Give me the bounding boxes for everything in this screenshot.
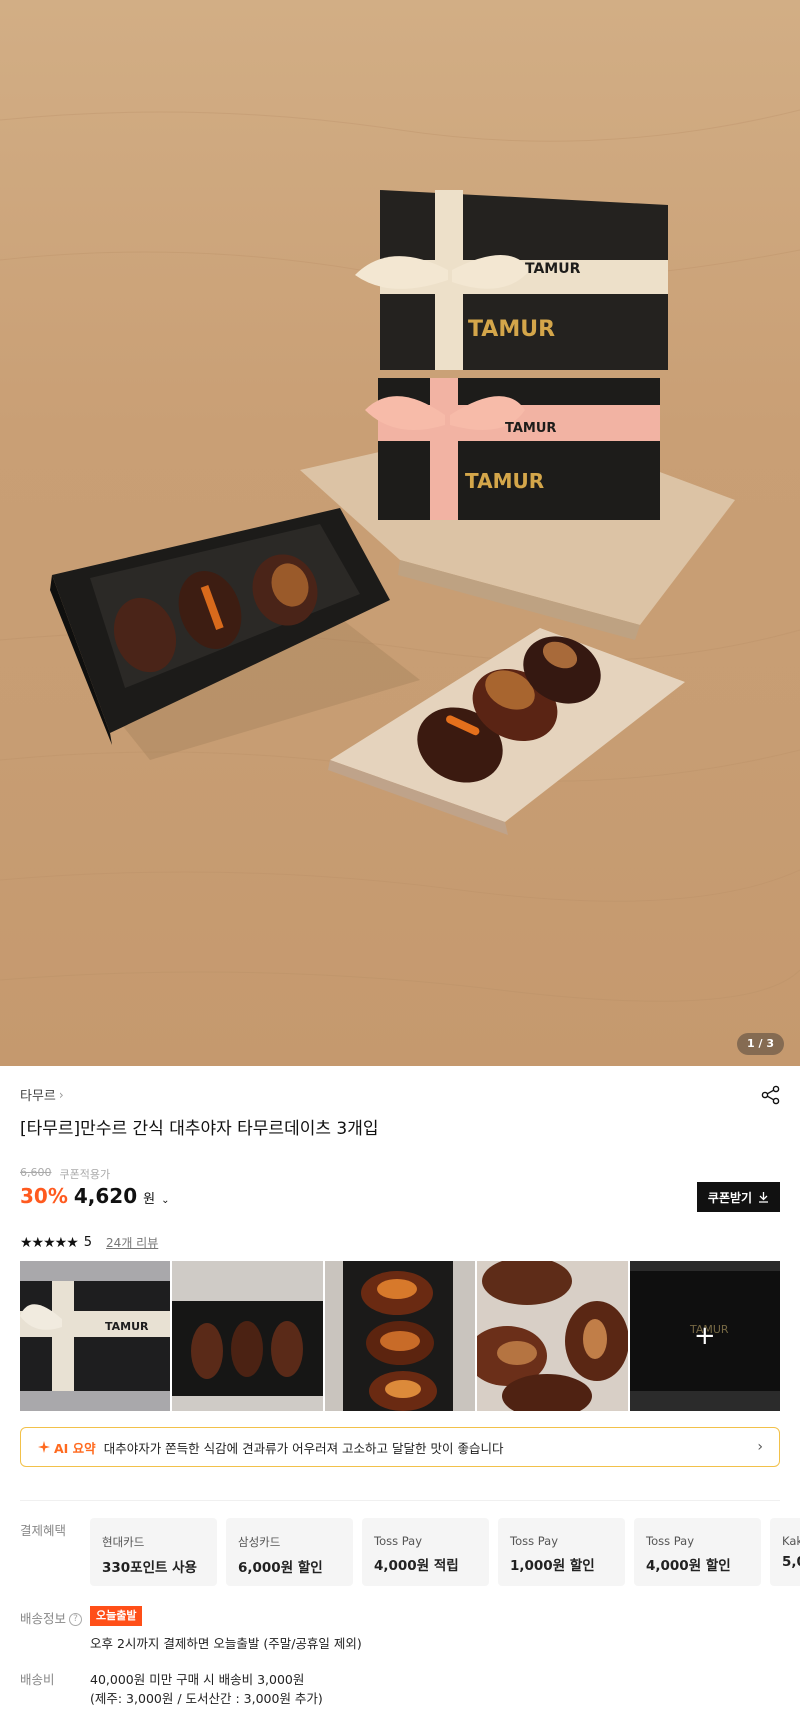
card-benefit: 1,000원 할인: [510, 1558, 595, 1574]
brand-name: 타무르: [20, 1089, 56, 1104]
review-photo[interactable]: [324, 1261, 476, 1411]
payment-benefit-card[interactable]: 현대카드 330포인트 사용: [90, 1518, 217, 1586]
card-benefit: 4,000원 적립: [374, 1558, 459, 1574]
chevron-right-icon: ›: [58, 1087, 64, 1102]
section-divider: [20, 1500, 780, 1501]
original-price: 6,600: [20, 1166, 52, 1179]
original-price-row: 6,600 쿠폰적용가: [20, 1166, 110, 1182]
share-icon[interactable]: [760, 1084, 782, 1106]
help-icon[interactable]: ?: [69, 1613, 83, 1626]
shipping-info-label: 배송정보?: [20, 1608, 83, 1627]
discount-rate: 30%: [20, 1184, 68, 1208]
today-shipping-badge: 오늘출발: [90, 1606, 143, 1626]
product-title: [타무르]만수르 간식 대추야자 타무르데이츠 3개입: [20, 1119, 379, 1139]
card-issuer: 현대카드: [102, 1535, 145, 1549]
review-photo[interactable]: [477, 1261, 628, 1411]
card-benefit: 4,000원 할인: [646, 1558, 731, 1574]
ai-summary-label: AI 요약: [37, 1438, 96, 1457]
card-benefit: 6,000원 할인: [238, 1560, 323, 1576]
payment-benefit-card[interactable]: 삼성카드 6,000원 할인: [226, 1518, 353, 1586]
ai-summary-text: 대추야자가 쫀득한 식감에 견과류가 어우러져 고소하고 달달한 맛이 좋습니다: [103, 1440, 504, 1456]
card-benefit: 330포인트 사용: [102, 1560, 197, 1576]
coupon-button-label: 쿠폰받기: [707, 1190, 753, 1205]
svg-text:TAMUR: TAMUR: [505, 421, 556, 436]
chevron-down-icon: ⌄: [161, 1195, 170, 1206]
product-hero-image[interactable]: TAMUR TAMUR TAMUR TAMUR 1 / 3: [0, 0, 800, 1066]
rating-row: ★★★★★ 5 24개 리뷰: [20, 1234, 158, 1251]
review-photo-image: TAMUR: [20, 1261, 171, 1411]
shipping-fee-text: 40,000원 미만 구매 시 배송비 3,000원: [90, 1672, 305, 1687]
review-photo-image: [324, 1261, 476, 1411]
card-issuer: Toss Pay: [646, 1534, 695, 1548]
star-rating-icon: ★★★★★: [20, 1234, 79, 1251]
shipping-fee-extra: (제주: 3,000원 / 도서산간 : 3,000원 추가): [90, 1691, 323, 1706]
review-photo[interactable]: TAMUR: [20, 1261, 171, 1411]
svg-text:TAMUR: TAMUR: [465, 469, 544, 493]
box-logo-text: TAMUR: [105, 1320, 149, 1333]
review-photo-more[interactable]: TAMUR +: [629, 1261, 781, 1411]
card-benefit: 5,0: [782, 1554, 800, 1570]
card-issuer: 삼성카드: [238, 1535, 281, 1549]
payment-benefit-card[interactable]: Toss Pay 4,000원 적립: [362, 1518, 489, 1586]
currency-unit: 원: [143, 1192, 156, 1207]
svg-text:TAMUR: TAMUR: [468, 317, 555, 342]
shipping-info-text: 오후 2시까지 결제하면 오늘출발 (주말/공휴일 제외): [90, 1636, 362, 1651]
payment-benefits-label: 결제혜택: [20, 1523, 67, 1538]
rating-value: 5: [83, 1235, 93, 1250]
coupon-price-label: 쿠폰적용가: [59, 1168, 111, 1181]
card-issuer: Toss Pay: [510, 1534, 559, 1548]
payment-benefit-card[interactable]: Kakao 5,0: [770, 1518, 800, 1586]
ai-summary-label-text: AI 요약: [54, 1440, 96, 1456]
chevron-right-icon: ›: [757, 1439, 763, 1455]
review-photo-strip: TAMUR +: [20, 1261, 781, 1411]
payment-benefit-card[interactable]: Toss Pay 4,000원 할인: [634, 1518, 761, 1586]
review-photo[interactable]: [172, 1261, 323, 1411]
sparkle-icon: [38, 1441, 50, 1453]
payment-benefit-list: 현대카드 330포인트 사용 삼성카드 6,000원 할인 Toss Pay 4…: [90, 1518, 800, 1586]
brand-link[interactable]: 타무르 ›: [20, 1085, 64, 1105]
price-row[interactable]: 30% 4,620 원 ⌄: [20, 1184, 170, 1208]
review-photo-image: [172, 1261, 323, 1411]
card-issuer: Toss Pay: [374, 1534, 423, 1548]
shipping-info-label-text: 배송정보: [20, 1611, 67, 1626]
shipping-fee-label: 배송비: [20, 1672, 55, 1687]
sale-price: 4,620: [73, 1184, 138, 1208]
ai-summary-banner[interactable]: AI 요약 대추야자가 쫀득한 식감에 견과류가 어우러져 고소하고 달달한 맛…: [20, 1427, 780, 1467]
image-counter: 1 / 3: [737, 1033, 784, 1055]
review-count-link[interactable]: 24개 리뷰: [106, 1234, 158, 1251]
hero-illustration: TAMUR TAMUR TAMUR TAMUR: [0, 109, 800, 1002]
coupon-download-button[interactable]: 쿠폰받기: [697, 1182, 780, 1212]
svg-text:TAMUR: TAMUR: [525, 261, 581, 277]
card-issuer: Kakao: [782, 1534, 800, 1548]
plus-icon: +: [693, 1321, 716, 1351]
review-photo-image: [477, 1261, 628, 1411]
payment-benefit-card[interactable]: Toss Pay 1,000원 할인: [498, 1518, 625, 1586]
download-icon: [759, 1192, 769, 1203]
